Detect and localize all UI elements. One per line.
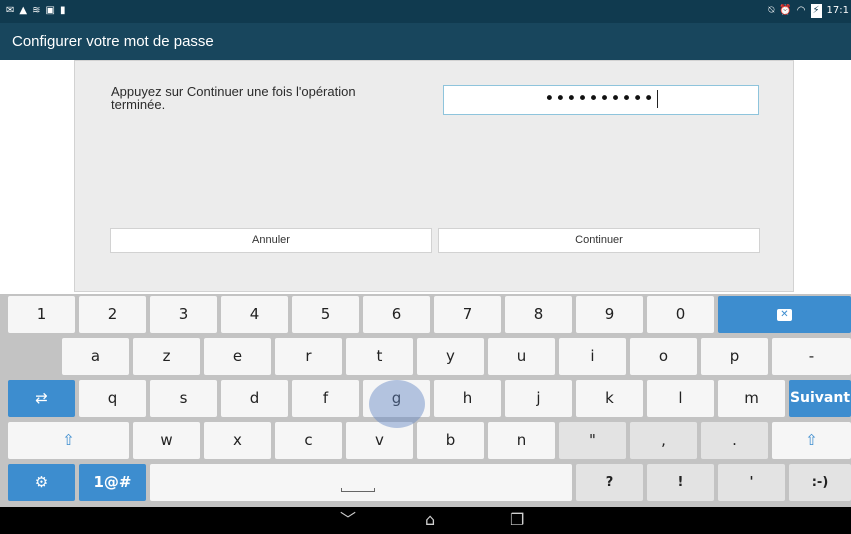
continue-button[interactable]: Continuer (438, 228, 760, 253)
key-n[interactable]: n (488, 422, 555, 459)
key-y[interactable]: y (417, 338, 484, 375)
tab-icon: ⇄ (35, 389, 48, 407)
page-title: Configurer votre mot de passe (12, 33, 214, 50)
wifi-signal-icon: ≋ (32, 5, 41, 16)
system-icons: ⍉ ⏰ ◠ ⚡ 17:1 (768, 4, 849, 18)
key-period[interactable]: . (701, 422, 768, 459)
key-j[interactable]: j (505, 380, 572, 417)
key-1[interactable]: 1 (8, 296, 75, 333)
key-p[interactable]: p (701, 338, 768, 375)
key-w[interactable]: w (133, 422, 200, 459)
shift-key-left[interactable]: ⇧ (8, 422, 129, 459)
key-o[interactable]: o (630, 338, 697, 375)
wifi-icon: ◠ (796, 5, 806, 16)
key-0[interactable]: 0 (647, 296, 714, 333)
content-area: Appuyez sur Continuer une fois l'opérati… (0, 60, 851, 294)
password-panel: Appuyez sur Continuer une fois l'opérati… (74, 60, 794, 292)
key-5[interactable]: 5 (292, 296, 359, 333)
key-i[interactable]: i (559, 338, 626, 375)
image-icon: ▣ (45, 5, 55, 16)
space-key[interactable] (150, 464, 572, 501)
key-6[interactable]: 6 (363, 296, 430, 333)
key-hyphen[interactable]: - (772, 338, 851, 375)
navigation-bar: ﹀ ⌂ ❐ (0, 507, 851, 534)
key-x[interactable]: x (204, 422, 271, 459)
key-r[interactable]: r (275, 338, 342, 375)
key-b[interactable]: b (417, 422, 484, 459)
settings-key[interactable]: ⚙ (8, 464, 75, 501)
key-a[interactable]: a (62, 338, 129, 375)
key-f[interactable]: f (292, 380, 359, 417)
key-v[interactable]: v (346, 422, 413, 459)
key-8[interactable]: 8 (505, 296, 572, 333)
key-apostrophe[interactable]: ' (718, 464, 785, 501)
password-field[interactable]: •••••••••• (443, 85, 759, 115)
shift-icon: ⇧ (62, 431, 75, 449)
key-smiley[interactable]: :-) (789, 464, 851, 501)
backspace-key[interactable]: ✕ (718, 296, 851, 333)
symbols-key[interactable]: 1@# (79, 464, 146, 501)
space-icon (341, 488, 375, 492)
key-d[interactable]: d (221, 380, 288, 417)
key-7[interactable]: 7 (434, 296, 501, 333)
soft-keyboard: 1 2 3 4 5 6 7 8 9 0 ✕ a z e r t y u i o … (0, 294, 851, 507)
shift-icon: ⇧ (805, 431, 818, 449)
file-icon: ▮ (59, 5, 66, 16)
back-icon[interactable]: ﹀ (340, 511, 356, 529)
key-z[interactable]: z (133, 338, 200, 375)
warning-icon: ▲ (19, 5, 28, 16)
key-g[interactable]: g (363, 380, 430, 417)
clock: 17:1 (826, 5, 849, 16)
tab-key[interactable]: ⇄ (8, 380, 75, 417)
cancel-button[interactable]: Annuler (110, 228, 432, 253)
key-u[interactable]: u (488, 338, 555, 375)
home-icon[interactable]: ⌂ (425, 511, 435, 529)
key-e[interactable]: e (204, 338, 271, 375)
key-s[interactable]: s (150, 380, 217, 417)
key-quote[interactable]: " (559, 422, 626, 459)
key-q[interactable]: q (79, 380, 146, 417)
mail-icon: ✉ (6, 5, 15, 16)
gear-icon: ⚙ (34, 473, 49, 491)
key-2[interactable]: 2 (79, 296, 146, 333)
text-caret (656, 90, 658, 108)
key-4[interactable]: 4 (221, 296, 288, 333)
recent-apps-icon[interactable]: ❐ (510, 511, 524, 529)
key-3[interactable]: 3 (150, 296, 217, 333)
next-key[interactable]: Suivant (789, 380, 851, 417)
instruction-text: Appuyez sur Continuer une fois l'opérati… (111, 84, 356, 112)
mute-icon: ⍉ (768, 5, 775, 16)
alarm-icon: ⏰ (779, 5, 792, 16)
battery-icon: ⚡ (810, 4, 822, 18)
password-value: •••••••••• (544, 89, 655, 109)
key-exclaim[interactable]: ! (647, 464, 714, 501)
shift-key-right[interactable]: ⇧ (772, 422, 851, 459)
key-c[interactable]: c (275, 422, 342, 459)
key-l[interactable]: l (647, 380, 714, 417)
key-m[interactable]: m (718, 380, 785, 417)
key-question[interactable]: ? (576, 464, 643, 501)
status-bar: ✉ ▲ ≋ ▣ ▮ ⍉ ⏰ ◠ ⚡ 17:1 (0, 0, 851, 23)
key-t[interactable]: t (346, 338, 413, 375)
notification-icons: ✉ ▲ ≋ ▣ ▮ (6, 4, 65, 18)
action-bar: Configurer votre mot de passe (0, 23, 851, 60)
key-k[interactable]: k (576, 380, 643, 417)
key-h[interactable]: h (434, 380, 501, 417)
backspace-icon: ✕ (777, 308, 792, 321)
key-9[interactable]: 9 (576, 296, 643, 333)
key-comma[interactable]: , (630, 422, 697, 459)
